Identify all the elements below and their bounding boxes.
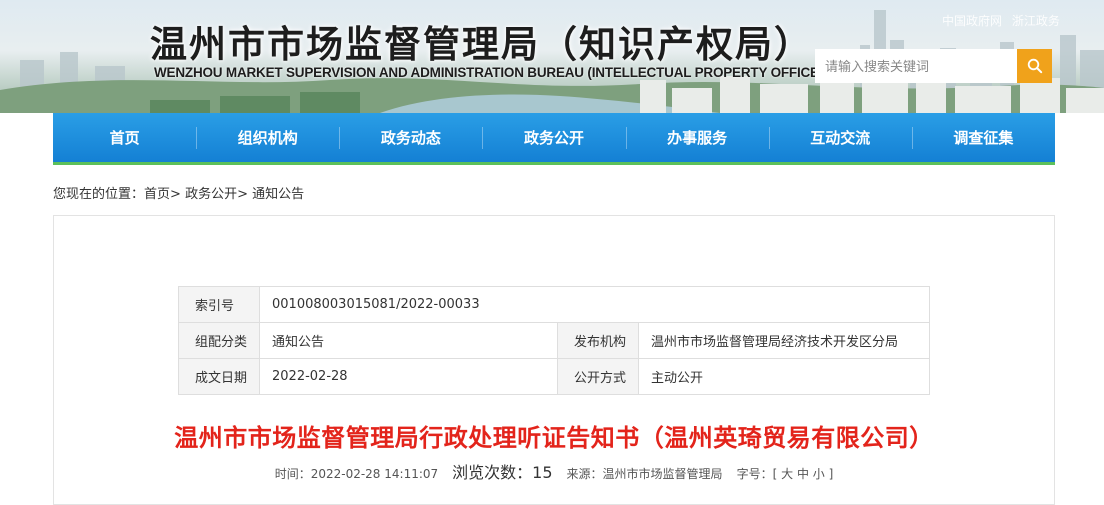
search-input[interactable]	[815, 49, 1017, 83]
font-large-button[interactable]: 大	[781, 467, 793, 481]
document-meta-table: 索引号 001008003015081/2022-00033 组配分类 通知公告…	[177, 286, 930, 395]
nav-item-services[interactable]: 办事服务	[625, 113, 769, 162]
nav-item-disclosure[interactable]: 政务公开	[482, 113, 625, 162]
nav-item-news[interactable]: 政务动态	[339, 113, 482, 162]
nav-item-survey[interactable]: 调查征集	[911, 113, 1055, 162]
top-link-gov[interactable]: 中国政府网	[942, 14, 1002, 28]
meta-category-label: 组配分类	[177, 322, 261, 359]
font-small-button[interactable]: 小	[813, 467, 825, 481]
meta-row-date: 成文日期 2022-02-28 公开方式 主动公开	[177, 358, 930, 395]
breadcrumb-home[interactable]: 首页	[144, 187, 170, 202]
top-link-zj[interactable]: 浙江政务	[1012, 14, 1060, 28]
nav-item-home[interactable]: 首页	[53, 113, 196, 162]
views-label: 浏览次数：	[452, 463, 533, 482]
site-title: 温州市市场监督管理局（知识产权局）	[150, 22, 813, 66]
header-banner: 温州市市场监督管理局（知识产权局） WENZHOU MARKET SUPERVI…	[0, 0, 1104, 113]
breadcrumb-notices[interactable]: 通知公告	[252, 187, 304, 202]
meta-date-label: 成文日期	[177, 358, 261, 395]
meta-category-value: 通知公告	[259, 322, 559, 359]
meta-publisher-label: 发布机构	[557, 322, 640, 359]
site-subtitle: WENZHOU MARKET SUPERVISION AND ADMINISTR…	[154, 65, 824, 80]
time-label: 时间：	[274, 467, 311, 481]
meta-index-value: 001008003015081/2022-00033	[259, 286, 930, 323]
breadcrumb-prefix: 您现在的位置：	[53, 187, 145, 202]
search-box	[815, 49, 1052, 83]
meta-row-category: 组配分类 通知公告 发布机构 温州市市场监督管理局经济技术开发区分局	[177, 322, 930, 359]
breadcrumb-disclosure[interactable]: 政务公开	[185, 187, 237, 202]
time-value: 2022-02-28 14:11:07	[310, 467, 439, 481]
breadcrumb: 您现在的位置：首页> 政务公开> 通知公告	[53, 183, 304, 202]
fontsize-bracket-close: ]	[828, 467, 834, 481]
fontsize-bracket-open: [	[772, 467, 778, 481]
meta-disclosure-label: 公开方式	[557, 358, 640, 395]
article-info: 时间：2022-02-28 14:11:07 浏览次数：15 来源：温州市市场监督管…	[53, 459, 1055, 483]
meta-date-value: 2022-02-28	[259, 358, 559, 395]
search-button[interactable]	[1017, 49, 1052, 83]
article-title: 温州市市场监督管理局行政处理听证告知书（温州英琦贸易有限公司）	[174, 424, 934, 452]
nav-item-organization[interactable]: 组织机构	[196, 113, 339, 162]
meta-index-label: 索引号	[177, 286, 261, 323]
views-value: 15	[532, 463, 553, 482]
top-links: 中国政府网 浙江政务	[942, 12, 1066, 29]
breadcrumb-separator: >	[237, 187, 248, 202]
font-medium-button[interactable]: 中	[797, 467, 809, 481]
meta-publisher-value: 温州市市场监督管理局经济技术开发区分局	[638, 322, 930, 359]
source-label: 来源：	[566, 467, 603, 481]
meta-disclosure-value: 主动公开	[638, 358, 930, 395]
main-nav: 首页 组织机构 政务动态 政务公开 办事服务 互动交流 调查征集	[53, 113, 1055, 165]
fontsize-label: 字号：	[736, 467, 773, 481]
meta-row-index: 索引号 001008003015081/2022-00033	[177, 286, 930, 323]
search-icon	[1027, 58, 1042, 74]
source-value: 温州市市场监督管理局	[602, 467, 723, 481]
nav-item-interaction[interactable]: 互动交流	[768, 113, 912, 162]
breadcrumb-separator: >	[170, 187, 181, 202]
